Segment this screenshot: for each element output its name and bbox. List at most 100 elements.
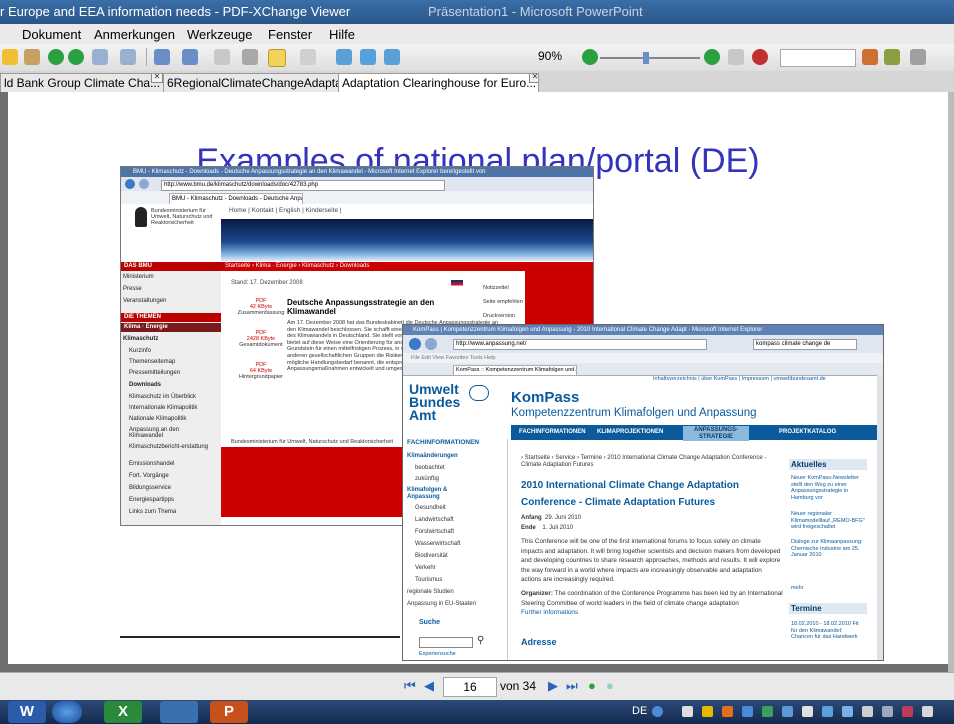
sidebar-subheader: Klimafolgen & Anpassung	[407, 487, 448, 500]
page-number-input[interactable]: 16	[443, 677, 497, 697]
bmu-date: Stand: 17. Dezember 2008	[231, 280, 303, 286]
sidebar-item: Landwirtschaft	[415, 517, 454, 523]
find-next-icon[interactable]	[884, 49, 900, 65]
zoom-in-icon[interactable]	[704, 49, 720, 65]
forward-icon[interactable]	[68, 49, 84, 65]
background-window-title: Präsentation1 - Microsoft PowerPoint	[428, 4, 643, 19]
nav-projektkatalog: PROJEKTKATALOG	[779, 429, 837, 435]
sidebar-item: Energiespartipps	[129, 497, 175, 503]
bmu-breadcrumb: Startseite › Klima · Energie › Klimaschu…	[221, 262, 593, 271]
sidebar-item: Internationale Klimapolitik	[129, 405, 198, 411]
tray-wifi-icon[interactable]	[842, 706, 853, 717]
last-page-icon[interactable]: ⏭	[566, 678, 578, 694]
zoom-level[interactable]: 90%	[538, 49, 562, 63]
menu-hilfe[interactable]: Hilfe	[329, 27, 355, 42]
menu-anmerkungen[interactable]: Anmerkungen	[94, 27, 175, 42]
kompass-tab: KomPass :: Kompetenzzentrum Klimafolgen …	[453, 365, 577, 376]
tray-power-icon[interactable]	[882, 706, 893, 717]
bmu-url: http://www.bmu.de/klimaschutz/downloads/…	[161, 180, 445, 191]
tray-network-icon[interactable]	[742, 706, 753, 717]
termine-item: 18.02.2010 - 18.02.2010 Fit für den Klim…	[791, 621, 859, 640]
previous-page-icon[interactable]: ◀	[424, 678, 434, 694]
powerpoint-taskbar-icon[interactable]: P	[210, 701, 248, 723]
tray-security-icon[interactable]	[762, 706, 773, 717]
zoom-tool-icon[interactable]	[300, 49, 316, 65]
sidebar-item-active: Downloads	[129, 382, 162, 388]
close-icon[interactable]: ✕	[151, 74, 163, 83]
forward-view-icon[interactable]: ●	[606, 678, 614, 694]
tray-app-icon[interactable]	[682, 706, 693, 717]
back-view-icon[interactable]: ●	[588, 678, 596, 694]
first-page-icon[interactable]: ⏮	[404, 678, 416, 694]
pdf-link: PDF 42 KByte Zusammenfassung	[233, 298, 289, 316]
word-taskbar-icon[interactable]: W	[8, 701, 46, 723]
open-icon[interactable]	[2, 49, 18, 65]
actual-size-icon[interactable]	[384, 49, 400, 65]
ie-taskbar-icon[interactable]	[52, 701, 82, 723]
properties-icon[interactable]	[728, 49, 744, 65]
help-icon[interactable]	[652, 706, 663, 717]
tray-office-icon[interactable]	[722, 706, 733, 717]
pdf-desc: Hintergrundpapier	[238, 374, 284, 380]
sidebar-item: Links zum Thema	[129, 509, 177, 515]
uba-logo: Umwelt Bundes Amt	[409, 381, 461, 423]
back-icon[interactable]	[48, 49, 64, 65]
tab-label: ld Bank Group Climate Cha...	[4, 76, 161, 90]
tray-display-icon[interactable]	[862, 706, 873, 717]
page-rotate-icon[interactable]	[182, 49, 198, 65]
menu-werkzeuge[interactable]: Werkzeuge	[187, 27, 253, 42]
tray-onenote-icon[interactable]	[902, 706, 913, 717]
organizer-label: Organizer:	[521, 590, 553, 597]
close-icon[interactable]: ✕	[529, 74, 538, 83]
kompass-sidebar	[403, 439, 508, 660]
sidebar-item: regionale Studien	[407, 589, 454, 595]
pdf-desc: Zusammenfassung	[237, 310, 285, 316]
pdfxchange-taskbar-icon[interactable]	[160, 701, 198, 723]
vertical-scrollbar[interactable]	[948, 92, 954, 672]
tab-label: Adaptation Clearinghouse for Euro...	[342, 76, 537, 90]
search-icon[interactable]	[862, 49, 878, 65]
tray-volume-icon[interactable]	[802, 706, 813, 717]
tray-misc-icon[interactable]	[922, 706, 933, 717]
kompass-adresse: Adresse	[521, 637, 557, 647]
menu-fenster[interactable]: Fenster	[268, 27, 312, 42]
language-indicator[interactable]: DE	[632, 705, 647, 717]
search-field[interactable]	[780, 49, 856, 67]
organizer-text: The coordination of the Conference Progr…	[521, 590, 783, 607]
ocr-icon[interactable]	[24, 49, 40, 65]
fit-width-icon[interactable]	[360, 49, 376, 65]
kompass-title: KomPass	[511, 389, 580, 406]
tab-adaptation-clearinghouse[interactable]: Adaptation Clearinghouse for Euro... ✕	[338, 73, 539, 92]
pdf-desc: Gesamtdokument	[239, 342, 283, 348]
redo-icon[interactable]	[120, 49, 136, 65]
fit-page-icon[interactable]	[336, 49, 352, 65]
sidebar-item: Verkehr	[415, 565, 436, 571]
sidebar-item: Themenseitemap	[129, 359, 176, 365]
news-item: Dialoge zur Klimaanpassung: Chemische In…	[791, 539, 863, 558]
undo-icon[interactable]	[92, 49, 108, 65]
termine-header: Termine	[789, 603, 867, 614]
kompass-anfang: Anfang 29. Juni 2010	[521, 515, 581, 521]
snapshot-icon[interactable]	[242, 49, 258, 65]
kompass-organizer: Organizer: The coordination of the Confe…	[521, 589, 783, 618]
tray-folder-icon[interactable]	[702, 706, 713, 717]
tab-world-bank[interactable]: ld Bank Group Climate Cha... ✕	[0, 73, 165, 92]
annotation-icon[interactable]	[752, 49, 768, 65]
zoom-out-icon[interactable]	[582, 49, 598, 65]
nav-anpassungsstrategie: ANPASSUNGS-STRATEGIE	[683, 426, 749, 441]
zoom-slider[interactable]	[600, 57, 700, 59]
tools-icon[interactable]	[910, 49, 926, 65]
zoom-slider-thumb[interactable]	[643, 52, 649, 64]
sidebar-item: zukünftig	[415, 476, 440, 482]
next-page-icon[interactable]: ▶	[548, 678, 558, 694]
tray-bluetooth-icon[interactable]	[822, 706, 833, 717]
tab-regional-climate[interactable]: 6RegionalClimateChangeAdaptati... ✕	[163, 73, 340, 92]
menu-dokument[interactable]: Dokument	[22, 27, 81, 42]
excel-taskbar-icon[interactable]: X	[104, 701, 142, 723]
hand-tool-icon[interactable]	[214, 49, 230, 65]
tray-update-icon[interactable]	[782, 706, 793, 717]
select-text-icon[interactable]	[268, 49, 286, 67]
sidebar-item: Ministerium	[123, 274, 154, 280]
page-layout-icon[interactable]	[154, 49, 170, 65]
kompass-search-input	[419, 637, 473, 648]
